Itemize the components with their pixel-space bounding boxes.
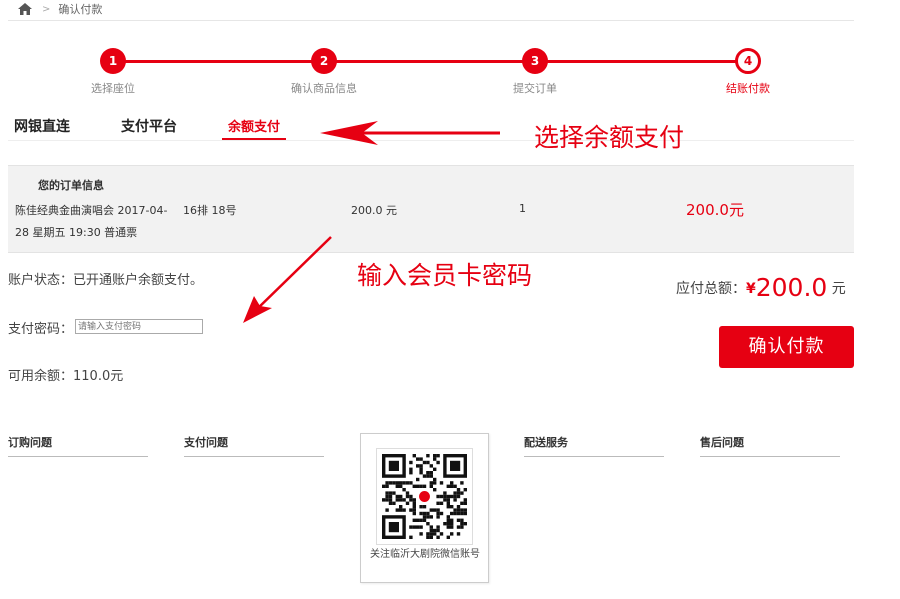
progress-steps: 1 选择座位 2 确认商品信息 3 提交订单 4 结账付款 [0, 44, 900, 100]
order-unit-price: 200.0 元 [351, 204, 397, 217]
qr-code [376, 448, 473, 545]
order-seat: 16排 18号 [183, 204, 237, 217]
step-4-label: 结账付款 [726, 82, 770, 95]
step-3-circle: 3 [522, 48, 548, 74]
total-due-unit: 元 [831, 281, 846, 297]
step-2-circle: 2 [311, 48, 337, 74]
footer-link-aftersales[interactable]: 售后问题 [700, 434, 840, 457]
order-item-name-line2: 28 星期五 19:30 普通票 [15, 226, 138, 239]
order-subtotal: 200.0元 [686, 201, 744, 219]
breadcrumb: > 确认付款 [18, 0, 102, 18]
chevron-right-icon: > [42, 3, 51, 15]
order-quantity: 1 [519, 202, 526, 215]
total-due-amount: 200.0 [755, 273, 828, 302]
tab-balance-payment[interactable]: 余额支付 [221, 116, 287, 141]
footer-link-delivery[interactable]: 配送服务 [524, 434, 664, 457]
annotation-arrow-left-icon [320, 121, 500, 145]
footer-link-ordering[interactable]: 订购问题 [8, 434, 148, 457]
order-info-panel: 您的订单信息 陈佳经典金曲演唱会 2017-04- 28 星期五 19:30 普… [8, 165, 854, 253]
wechat-qr-card: 关注临沂大剧院微信账号 [360, 433, 489, 583]
account-status: 账户状态：已开通账户余额支付。 [8, 273, 204, 288]
divider [8, 20, 854, 21]
annotation-select-balance: 选择余额支付 [534, 123, 685, 152]
currency-symbol: ¥ [746, 281, 756, 297]
payment-password-input[interactable] [75, 319, 203, 334]
qr-code-icon [382, 454, 467, 539]
total-due-label: 应付总额： [676, 281, 746, 297]
password-label: 支付密码： [8, 322, 74, 337]
step-1-circle: 1 [100, 48, 126, 74]
step-3-label: 提交订单 [513, 82, 557, 95]
step-4-circle: 4 [735, 48, 761, 74]
order-info-title: 您的订单信息 [38, 179, 104, 192]
annotation-arrow-down-left-icon [243, 236, 332, 323]
progress-line [113, 60, 746, 63]
home-icon[interactable] [18, 3, 32, 15]
breadcrumb-current: 确认付款 [58, 3, 103, 16]
confirm-payment-button[interactable]: 确认付款 [719, 326, 854, 368]
total-due: 应付总额：¥200.0 元 [676, 273, 846, 302]
step-1-label: 选择座位 [91, 82, 135, 95]
tab-payment-platform[interactable]: 支付平台 [121, 116, 177, 136]
qr-caption: 关注临沂大剧院微信账号 [370, 549, 480, 560]
step-2-label: 确认商品信息 [291, 82, 357, 95]
footer-link-payment[interactable]: 支付问题 [184, 434, 324, 457]
available-balance: 可用余额：110.0元 [8, 369, 124, 384]
order-item-name-line1: 陈佳经典金曲演唱会 2017-04- [15, 204, 168, 217]
annotation-enter-password: 输入会员卡密码 [357, 261, 533, 290]
tab-online-banking[interactable]: 网银直连 [14, 116, 70, 136]
